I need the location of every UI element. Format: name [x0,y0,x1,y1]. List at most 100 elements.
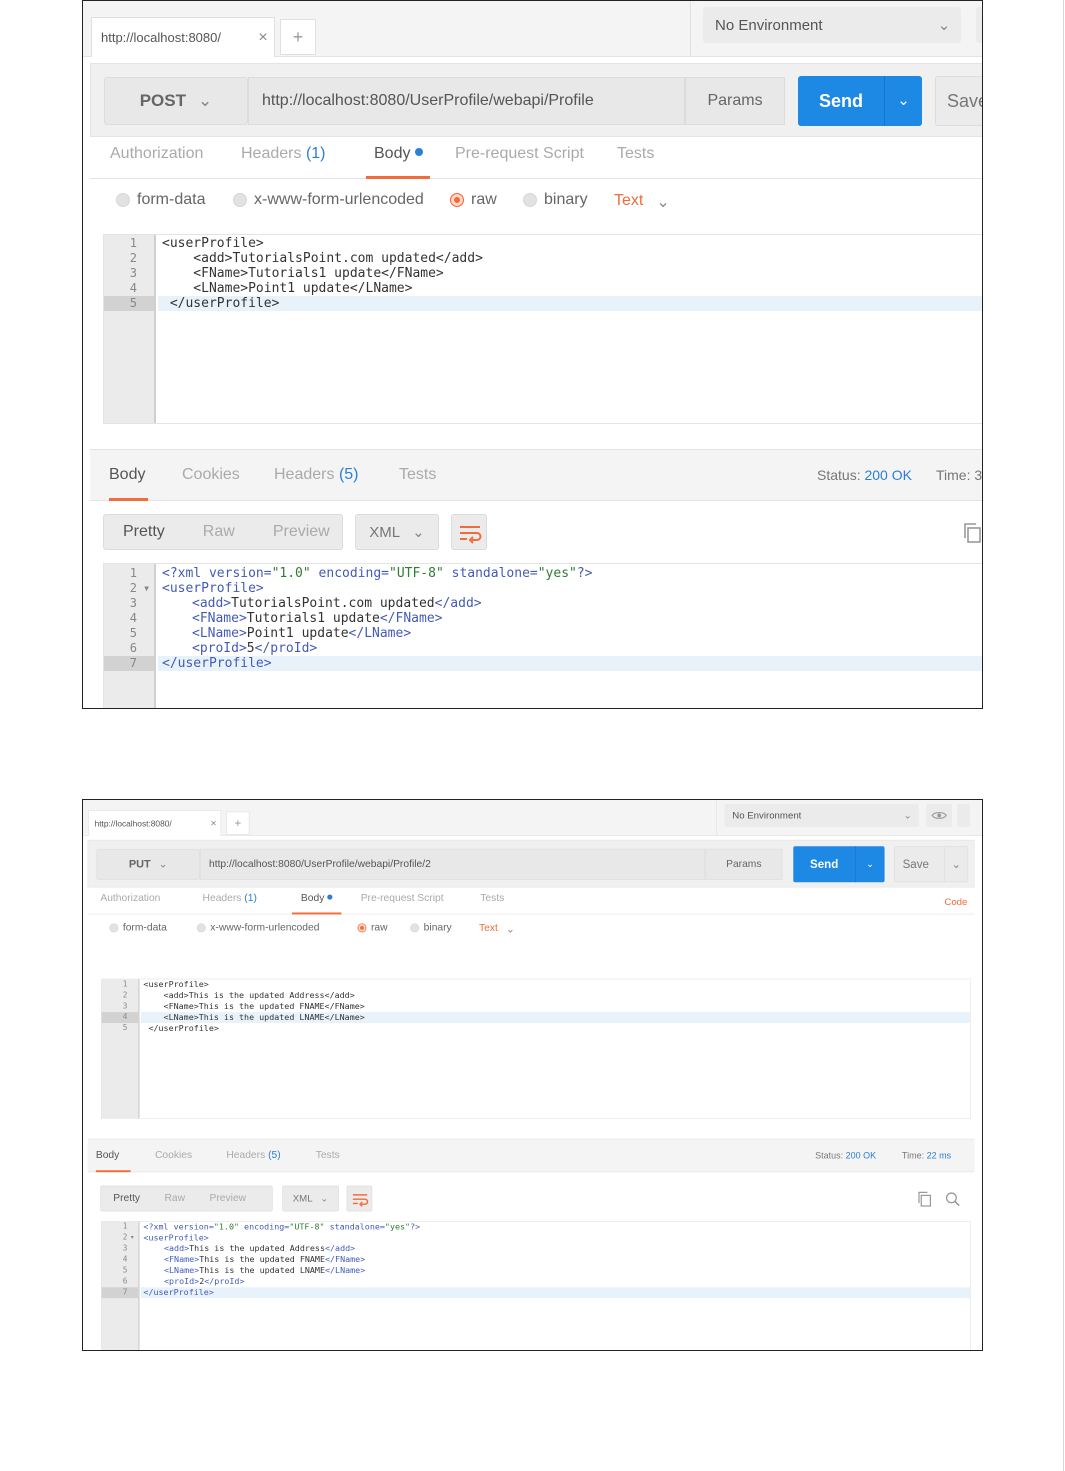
xml-root-close-line: </userProfile> [140,1287,971,1299]
environment-select[interactable]: No Environment ⌄ [724,803,919,827]
response-body-viewer[interactable]: 1 2 ▾ 3 4 5 6 7 <?xml version="1.0" encod… [103,563,982,708]
postman-post-screenshot: http://localhost:8080/ × + No Environmen… [82,0,983,709]
xml-attr-value: "yes" [384,1222,411,1232]
radio-raw[interactable]: raw [357,922,388,934]
view-mode-group: Pretty Raw Preview [100,1185,273,1212]
tab-authorization[interactable]: Authorization [110,145,203,179]
send-button[interactable]: Send ⌄ [798,76,922,126]
tab-headers[interactable]: Headers (1) [203,893,257,915]
response-tab-body[interactable]: Body [95,1150,131,1173]
xml-attr-value: "UTF-8" [389,566,444,581]
save-button[interactable]: Save ⌄ [894,846,969,883]
response-format-select[interactable]: XML ⌄ [282,1185,339,1212]
response-headers-count: (5) [268,1149,281,1161]
view-raw[interactable]: Raw [184,523,254,541]
send-button[interactable]: Send ⌄ [793,846,885,883]
radio-form-data[interactable]: form-data [116,191,205,209]
radio-urlencoded[interactable]: x-www-form-urlencoded [233,191,424,209]
request-tab[interactable]: http://localhost:8080/ × [88,810,222,836]
tab-authorization[interactable]: Authorization [100,893,160,915]
response-format-label: XML [292,1193,313,1204]
chevron-down-icon[interactable]: ⌄ [944,846,967,882]
line-number-gutter: 1 2 ▾ 3 4 5 6 7 [104,564,156,708]
settings-icon[interactable] [957,803,971,827]
response-format-select[interactable]: XML ⌄ [355,514,439,550]
radio-urlencoded[interactable]: x-www-form-urlencoded [196,922,319,934]
tab-body[interactable]: Body [291,893,342,915]
code-line-active: <LName>This is the updated LNAME</LName> [140,1012,971,1024]
method-select[interactable]: PUT ⌄ [96,848,200,880]
environment-select[interactable]: No Environment ⌄ [703,7,961,43]
response-tab-body[interactable]: Body [109,466,149,501]
response-body-viewer[interactable]: 1 2 ▾ 3 4 5 6 7 <?xml version="1.0" encod… [100,1221,971,1350]
radio-binary[interactable]: binary [410,922,452,934]
request-url-input[interactable] [199,848,706,880]
radio-dot [109,923,119,933]
radio-binary[interactable]: binary [523,191,588,209]
line-number: 3 [129,596,137,610]
plus-icon[interactable]: + [280,19,316,55]
xml-tag: </LName> [348,626,412,641]
fold-icon[interactable]: ▾ [130,1233,135,1243]
request-tab[interactable]: http://localhost:8080/ × [91,17,275,57]
tab-prerequest-script[interactable]: Pre-request Script [455,145,584,179]
tab-tests[interactable]: Tests [617,145,654,179]
chevron-down-icon: ⌄ [506,924,515,935]
eye-icon[interactable] [926,803,953,827]
response-tab-tests[interactable]: Tests [399,466,436,501]
response-view-bar: Pretty Raw Preview XML ⌄ [90,501,982,563]
xml-tag: </proId> [254,641,318,656]
radio-form-data[interactable]: form-data [109,922,167,934]
method-select[interactable]: POST ⌄ [104,77,248,125]
code-link[interactable]: Code [944,896,967,907]
radio-dot [523,193,537,207]
tab-tests[interactable]: Tests [480,893,504,915]
response-tab-tests[interactable]: Tests [316,1150,340,1172]
response-tab-cookies[interactable]: Cookies [155,1150,192,1172]
request-body-editor[interactable]: 1 2 3 4 5 <userProfile> <add>This is the… [100,978,971,1119]
copy-icon[interactable] [962,522,982,544]
tab-body[interactable]: Body [366,145,431,179]
view-pretty[interactable]: Pretty [101,1193,152,1205]
params-button[interactable]: Params [685,77,785,125]
response-tab-headers[interactable]: Headers (5) [274,466,359,501]
close-icon[interactable]: × [252,29,274,47]
radio-raw[interactable]: raw [450,191,497,209]
wrap-lines-icon[interactable] [451,514,487,550]
view-pretty[interactable]: Pretty [104,523,184,541]
search-icon[interactable] [944,1191,961,1208]
raw-format-select[interactable]: Text ⌄ [614,192,670,212]
response-tab-headers[interactable]: Headers (5) [226,1150,280,1172]
chevron-down-icon[interactable]: ⌄ [884,76,922,126]
eye-icon[interactable] [976,7,982,43]
xml-text: Point1 update [246,626,349,641]
copy-icon[interactable] [917,1191,934,1208]
radio-dot [116,193,130,207]
response-tab-headers-label: Headers [226,1149,266,1161]
plus-icon[interactable]: + [226,811,250,835]
xml-row: <proId>5</proId> [158,641,982,656]
wrap-lines-icon[interactable] [346,1185,373,1212]
postman-put-screenshot: http://localhost:8080/ × + No Environmen… [82,799,983,1351]
request-body-editor[interactable]: 1 2 3 4 5 <userProfile> <add>TutorialsPo… [103,234,982,424]
line-number: 2 ▾ [102,1233,139,1244]
fold-icon[interactable]: ▾ [143,581,150,596]
body-mode-options: form-data x-www-form-urlencoded raw bina… [87,914,982,946]
view-preview[interactable]: Preview [197,1193,258,1205]
xml-text: Tutorials1 update [246,611,380,626]
params-button[interactable]: Params [705,848,783,880]
radio-urlencoded-label: x-www-form-urlencoded [254,191,424,208]
tab-headers[interactable]: Headers (1) [241,145,326,179]
close-icon[interactable]: × [206,818,220,830]
save-button[interactable]: Save [935,76,982,126]
xml-token: encoding= [310,566,389,581]
chevron-down-icon[interactable]: ⌄ [855,846,885,883]
view-preview[interactable]: Preview [254,523,349,541]
tab-prerequest-script[interactable]: Pre-request Script [361,893,444,915]
request-url-input[interactable] [248,77,685,125]
raw-format-select[interactable]: Text ⌄ [479,923,515,936]
response-tab-cookies[interactable]: Cookies [182,466,240,501]
environment-area: No Environment ⌄ [690,1,982,57]
radio-form-data-label: form-data [122,922,167,934]
view-raw[interactable]: Raw [152,1193,197,1205]
